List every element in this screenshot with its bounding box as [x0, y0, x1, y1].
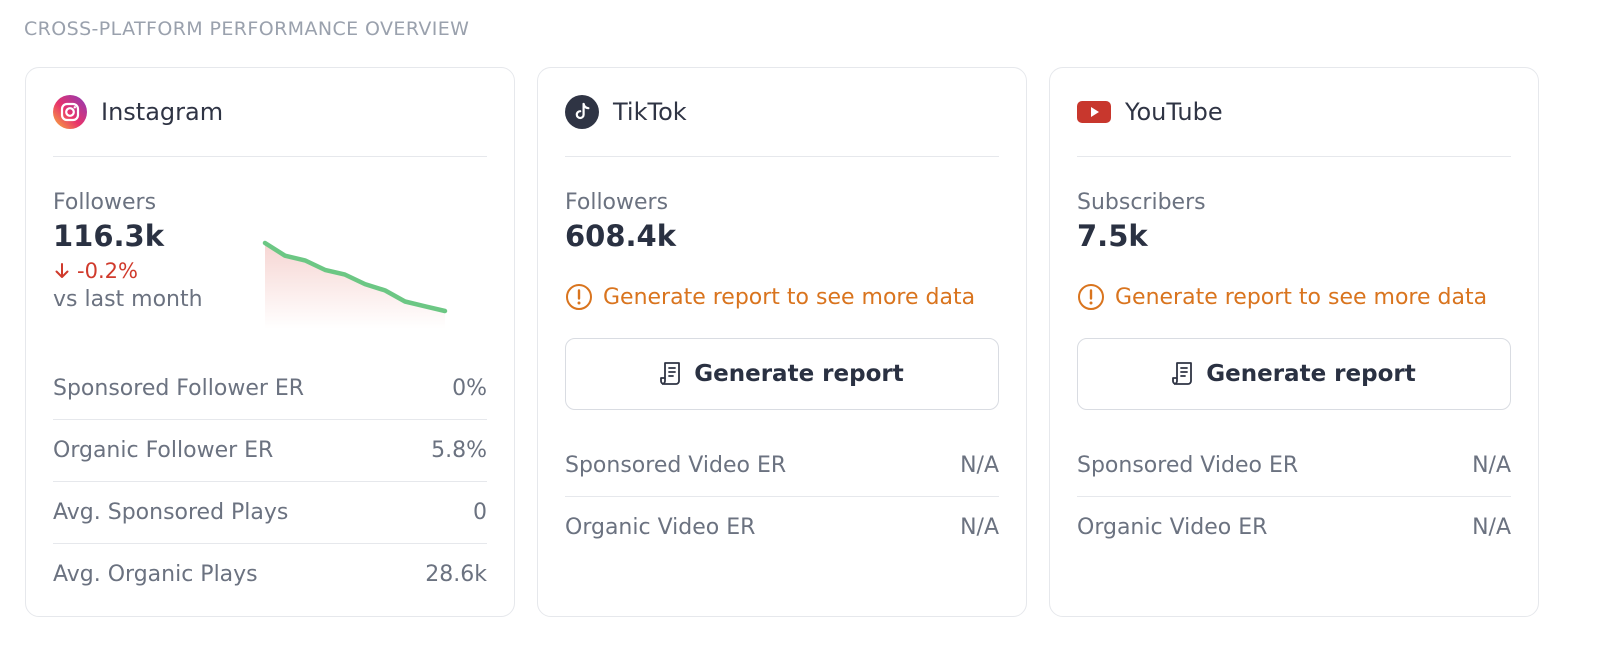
stat-value: 5.8%: [431, 438, 487, 463]
instagram-stats: Sponsored Follower ER 0% Organic Followe…: [53, 358, 487, 605]
youtube-card-header: YouTube: [1077, 68, 1511, 157]
report-icon: [1172, 361, 1196, 387]
stat-row: Avg. Organic Plays 28.6k: [53, 544, 487, 605]
stat-value: N/A: [960, 453, 999, 478]
stat-row: Sponsored Video ER N/A: [1077, 435, 1511, 497]
youtube-metric-label: Subscribers: [1077, 190, 1511, 215]
instagram-metric-label: Followers: [53, 190, 487, 215]
youtube-card: YouTube Subscribers 7.5k Generate report…: [1049, 67, 1539, 617]
instagram-icon: [53, 95, 87, 129]
stat-row: Organic Video ER N/A: [565, 497, 999, 558]
stat-value: N/A: [1472, 515, 1511, 540]
instagram-change-value: -0.2%: [77, 259, 138, 283]
youtube-notice-text: Generate report to see more data: [1115, 285, 1487, 310]
tiktok-notice-text: Generate report to see more data: [603, 285, 975, 310]
tiktok-metric-value: 608.4k: [565, 219, 999, 253]
tiktok-generate-report-button[interactable]: Generate report: [565, 338, 999, 410]
instagram-card-header: Instagram: [53, 68, 487, 157]
stat-label: Sponsored Video ER: [565, 453, 786, 478]
tiktok-title: TikTok: [613, 98, 687, 126]
section-title: CROSS-PLATFORM PERFORMANCE OVERVIEW: [24, 18, 469, 40]
youtube-title: YouTube: [1125, 98, 1223, 126]
stat-value: 0%: [452, 376, 487, 401]
youtube-generate-report-button[interactable]: Generate report: [1077, 338, 1511, 410]
tiktok-icon: [565, 95, 599, 129]
tiktok-metric-label: Followers: [565, 190, 999, 215]
tiktok-generate-report-label: Generate report: [694, 361, 903, 387]
tiktok-card-header: TikTok: [565, 68, 999, 157]
stat-row: Avg. Sponsored Plays 0: [53, 482, 487, 544]
stat-row: Organic Video ER N/A: [1077, 497, 1511, 558]
youtube-metric-value: 7.5k: [1077, 219, 1511, 253]
platform-cards: Instagram Followers 116.3k -0.2% vs last…: [25, 67, 1539, 617]
stat-label: Avg. Sponsored Plays: [53, 500, 288, 525]
report-icon: [660, 361, 684, 387]
instagram-trend-sparkline: [262, 233, 448, 329]
stat-label: Organic Video ER: [565, 515, 755, 540]
stat-row: Sponsored Video ER N/A: [565, 435, 999, 497]
youtube-notice: Generate report to see more data: [1077, 283, 1511, 311]
warning-circle-icon: [1077, 283, 1105, 311]
warning-circle-icon: [565, 283, 593, 311]
instagram-card: Instagram Followers 116.3k -0.2% vs last…: [25, 67, 515, 617]
stat-label: Organic Follower ER: [53, 438, 273, 463]
tiktok-stats: Sponsored Video ER N/A Organic Video ER …: [565, 435, 999, 558]
stat-label: Sponsored Video ER: [1077, 453, 1298, 478]
stat-value: 28.6k: [425, 562, 487, 587]
youtube-icon: [1077, 95, 1111, 129]
youtube-stats: Sponsored Video ER N/A Organic Video ER …: [1077, 435, 1511, 558]
youtube-generate-report-label: Generate report: [1206, 361, 1415, 387]
stat-row: Organic Follower ER 5.8%: [53, 420, 487, 482]
stat-value: 0: [473, 500, 487, 525]
stat-label: Sponsored Follower ER: [53, 376, 304, 401]
stat-value: N/A: [1472, 453, 1511, 478]
tiktok-card: TikTok Followers 608.4k Generate report …: [537, 67, 1027, 617]
instagram-title: Instagram: [101, 98, 223, 126]
arrow-down-icon: [53, 262, 71, 280]
stat-value: N/A: [960, 515, 999, 540]
stat-row: Sponsored Follower ER 0%: [53, 358, 487, 420]
tiktok-notice: Generate report to see more data: [565, 283, 999, 311]
stat-label: Avg. Organic Plays: [53, 562, 258, 587]
stat-label: Organic Video ER: [1077, 515, 1267, 540]
